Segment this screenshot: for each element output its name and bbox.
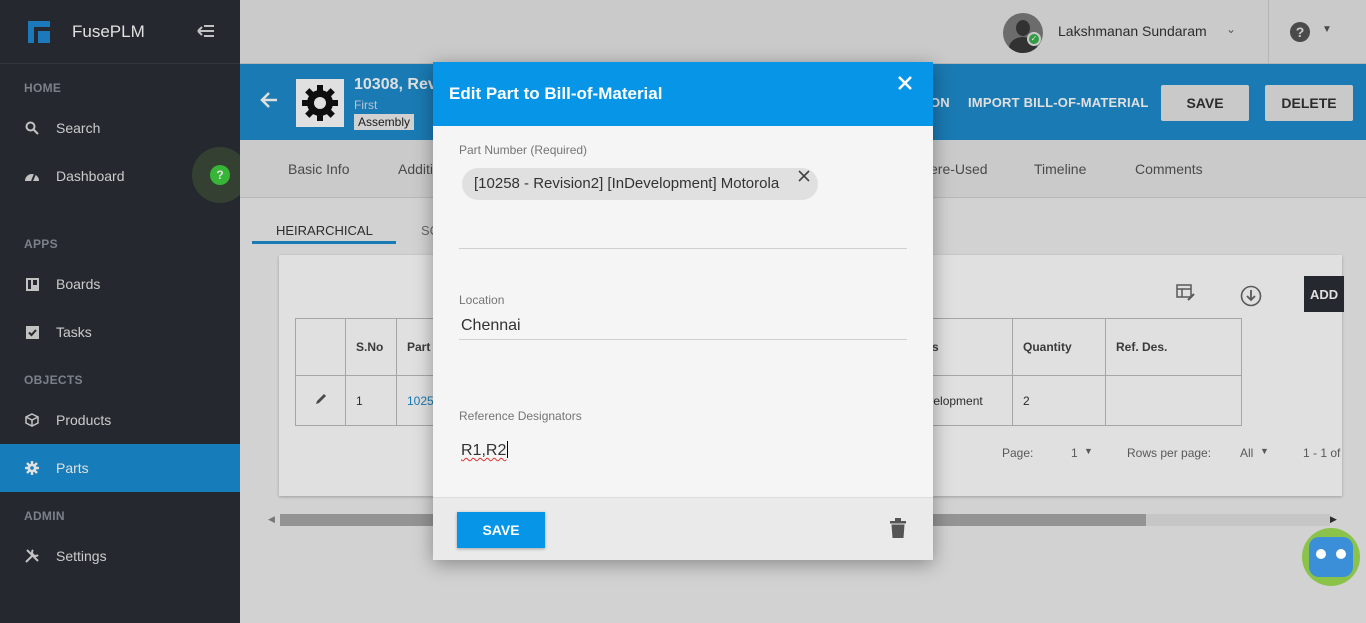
dialog-save-button[interactable]: SAVE [457, 512, 545, 548]
refdes-label: Reference Designators [459, 409, 582, 423]
location-underline [459, 339, 907, 340]
text-caret [507, 441, 509, 458]
part-number-label: Part Number (Required) [459, 143, 588, 157]
edit-bom-dialog: Edit Part to Bill-of-Material Part Numbe… [433, 62, 933, 560]
part-number-chip[interactable]: [10258 - Revision2] [InDevelopment] Moto… [462, 168, 818, 200]
refdes-input[interactable]: R1,R2 [461, 441, 509, 460]
remove-chip-icon[interactable] [798, 169, 810, 187]
chatbot-icon[interactable] [1302, 528, 1360, 586]
location-input[interactable]: Chennai [461, 317, 521, 335]
dialog-title: Edit Part to Bill-of-Material [449, 84, 663, 103]
refdes-value: R1,R2 [461, 442, 507, 459]
dialog-header: Edit Part to Bill-of-Material [433, 62, 933, 126]
close-icon[interactable] [893, 70, 917, 94]
trash-icon[interactable] [890, 518, 908, 540]
location-label: Location [459, 293, 505, 307]
part-number-underline [459, 248, 907, 249]
dialog-footer: SAVE [433, 497, 933, 560]
